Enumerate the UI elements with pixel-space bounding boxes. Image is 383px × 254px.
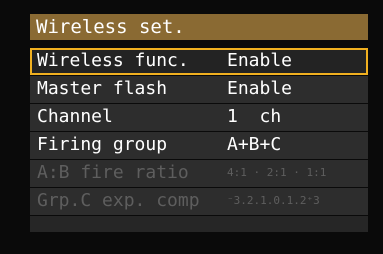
menu-item-value: Enable bbox=[227, 78, 293, 99]
menu-item-channel[interactable]: Channel 1 ch bbox=[30, 104, 368, 131]
camera-lcd-screen: Wireless set. Wireless func. Enable Mast… bbox=[0, 0, 383, 254]
menu-item-label: Wireless func. bbox=[37, 50, 189, 71]
menu-item-master-flash[interactable]: Master flash Enable bbox=[30, 76, 368, 103]
menu-item-label: A:B fire ratio bbox=[37, 162, 189, 183]
menu-item-value: 4:1 · 2:1 · 1:1 bbox=[227, 166, 327, 179]
menu-title: Wireless set. bbox=[30, 14, 368, 40]
menu-item-wireless-func[interactable]: Wireless func. Enable bbox=[30, 48, 368, 75]
menu-item-value: Enable bbox=[227, 50, 293, 71]
menu-empty-row bbox=[30, 216, 368, 232]
menu-item-label: Channel bbox=[37, 106, 113, 127]
menu-item-value: A+B+C bbox=[227, 134, 282, 155]
menu-item-label: Master flash bbox=[37, 78, 168, 99]
menu-item-label: Firing group bbox=[37, 134, 168, 155]
menu-item-firing-group[interactable]: Firing group A+B+C bbox=[30, 132, 368, 159]
menu-item-grpc-exp-comp: Grp.C exp. comp ⁻3.2.1.0.1.2⁺3 bbox=[30, 188, 368, 215]
menu-item-ab-fire-ratio: A:B fire ratio 4:1 · 2:1 · 1:1 bbox=[30, 160, 368, 187]
menu-item-value: 1 ch bbox=[227, 106, 282, 127]
menu-item-label: Grp.C exp. comp bbox=[37, 190, 200, 211]
menu-item-value: ⁻3.2.1.0.1.2⁺3 bbox=[227, 194, 320, 207]
